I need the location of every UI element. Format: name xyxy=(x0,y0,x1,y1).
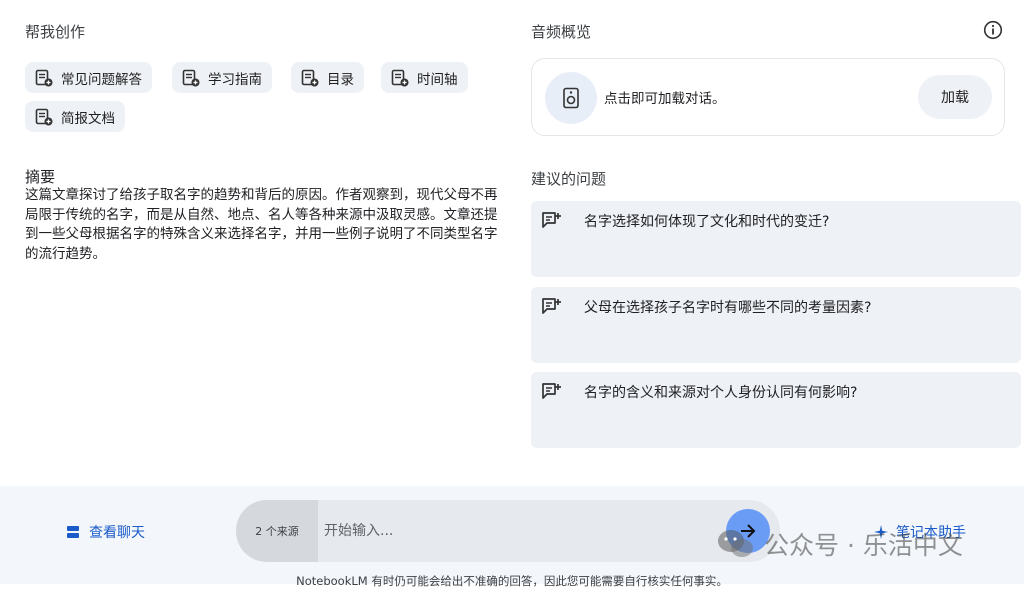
disclaimer: NotebookLM 有时仍可能会给出不准确的回答，因此您可能需要自行核实任何事… xyxy=(296,574,728,588)
chip-faq[interactable]: 常见问题解答 xyxy=(25,62,152,93)
info-icon[interactable] xyxy=(983,20,1003,40)
sparkle-icon xyxy=(874,525,888,539)
note-add-icon xyxy=(182,69,200,87)
chat-input[interactable] xyxy=(324,516,704,546)
chip-label: 简报文档 xyxy=(61,110,115,127)
view-chat-label: 查看聊天 xyxy=(89,525,145,541)
chip-label: 目录 xyxy=(327,71,354,88)
question-text: 名字的含义和来源对个人身份认同有何影响? xyxy=(584,385,858,401)
send-button[interactable] xyxy=(726,509,770,553)
chat-add-icon xyxy=(541,211,563,231)
chat-add-icon xyxy=(541,297,563,317)
note-add-icon xyxy=(35,108,53,126)
question-text: 父母在选择孩子名字时有哪些不同的考量因素? xyxy=(584,300,872,316)
notebook-helper-label: 笔记本助手 xyxy=(896,525,966,541)
note-add-icon xyxy=(301,69,319,87)
chip-label: 学习指南 xyxy=(208,71,262,88)
load-button[interactable]: 加载 xyxy=(918,75,992,119)
question-text: 名字选择如何体现了文化和时代的变迁? xyxy=(584,214,830,230)
chat-list-icon xyxy=(66,525,80,539)
suggested-question[interactable]: 名字选择如何体现了文化和时代的变迁? xyxy=(531,201,1021,277)
chip-label: 常见问题解答 xyxy=(61,71,142,88)
suggested-question[interactable]: 名字的含义和来源对个人身份认同有何影响? xyxy=(531,372,1021,448)
summary-text: 这篇文章探讨了给孩子取名字的趋势和背后的原因。作者观察到，现代父母不再局限于传统… xyxy=(25,187,498,262)
audio-overview-card: 点击即可加载对话。 加载 xyxy=(531,58,1005,136)
source-count-badge[interactable]: 2 个来源 xyxy=(236,500,318,562)
notebook-helper-button[interactable]: 笔记本助手 xyxy=(874,522,966,542)
suggested-question[interactable]: 父母在选择孩子名字时有哪些不同的考量因素? xyxy=(531,287,1021,363)
arrow-right-icon xyxy=(738,521,758,541)
chip-study-guide[interactable]: 学习指南 xyxy=(172,62,272,93)
summary-title: 摘要 xyxy=(25,168,56,186)
chip-toc[interactable]: 目录 xyxy=(291,62,364,93)
note-add-icon xyxy=(391,69,409,87)
chat-add-icon xyxy=(541,382,563,402)
create-section-title: 帮我创作 xyxy=(25,23,86,41)
audio-load-hint: 点击即可加载对话。 xyxy=(604,91,726,107)
chip-briefing-doc[interactable]: 简报文档 xyxy=(25,101,125,132)
note-add-icon xyxy=(35,69,53,87)
chip-label: 时间轴 xyxy=(417,71,458,88)
speaker-icon xyxy=(545,72,597,124)
chat-input-bar: 2 个来源 xyxy=(236,500,780,562)
audio-overview-title: 音频概览 xyxy=(531,23,592,41)
chip-timeline[interactable]: 时间轴 xyxy=(381,62,468,93)
suggested-questions-title: 建议的问题 xyxy=(531,170,607,188)
view-chat-button[interactable]: 查看聊天 xyxy=(66,522,145,542)
